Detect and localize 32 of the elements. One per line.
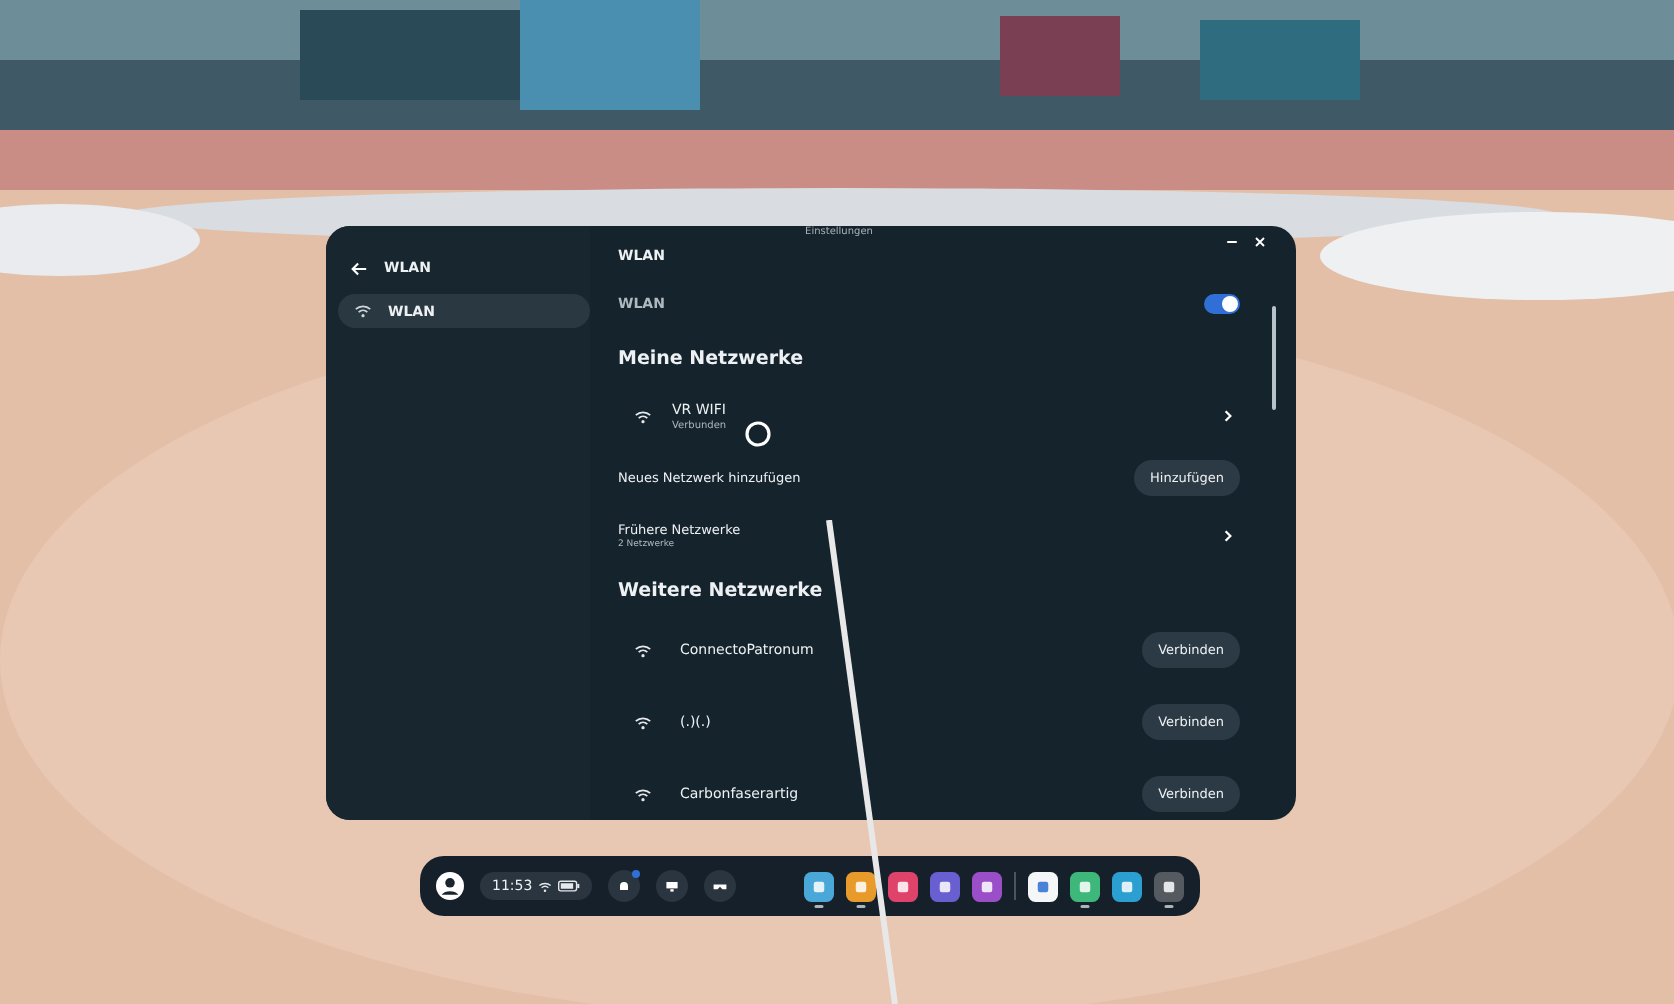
- app-icon[interactable]: [1028, 871, 1058, 907]
- wifi-icon: [634, 713, 652, 731]
- wifi-toggle[interactable]: [1204, 294, 1240, 314]
- app-icon[interactable]: [972, 871, 1002, 907]
- section-heading: Weitere Netzwerke: [618, 579, 823, 601]
- back-arrow-icon[interactable]: [350, 259, 368, 277]
- close-icon[interactable]: [1252, 234, 1268, 250]
- app-icon[interactable]: [1154, 871, 1184, 907]
- monitor-icon: [664, 878, 681, 894]
- scrollbar[interactable]: [1272, 306, 1276, 410]
- app-icon[interactable]: [1112, 871, 1142, 907]
- chevron-icon[interactable]: [1220, 408, 1236, 424]
- app-icon[interactable]: [930, 871, 960, 907]
- section-heading: Meine Netzwerke: [618, 347, 804, 369]
- headset-button[interactable]: [704, 870, 737, 902]
- wifi-icon: [354, 302, 372, 320]
- wifi-icon: [538, 879, 553, 893]
- wifi-icon: [634, 785, 652, 803]
- notifications-button[interactable]: [608, 870, 641, 902]
- wifi-icon: [634, 407, 652, 425]
- app-icon[interactable]: [804, 871, 834, 907]
- app-icon[interactable]: [846, 871, 876, 907]
- profile-avatar[interactable]: [436, 872, 464, 900]
- cursor-ring: [744, 420, 772, 448]
- wifi-icon: [634, 641, 652, 659]
- app-icon[interactable]: [1070, 871, 1100, 907]
- chevron-icon[interactable]: [1220, 528, 1236, 544]
- app-icon[interactable]: [888, 871, 918, 907]
- screen-button[interactable]: [656, 870, 689, 902]
- battery-icon: [558, 880, 581, 892]
- bell-icon: [616, 878, 633, 894]
- headset-icon: [712, 878, 729, 894]
